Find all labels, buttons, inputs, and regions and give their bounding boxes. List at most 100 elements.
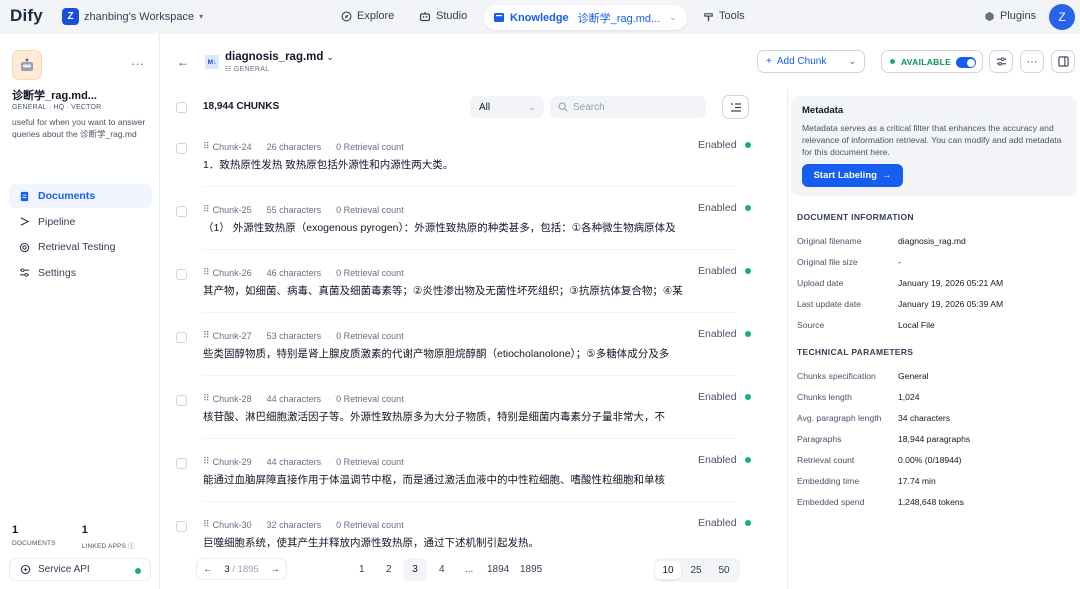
chunk-chars: 44 characters: [266, 456, 322, 467]
chunk-text: 能通过血脑屏障直接作用于体温调节中枢，而是通过激活血液中的中性粒细胞、嗜酸性粒细…: [203, 474, 665, 486]
chunk-status-label: Enabled: [698, 202, 737, 214]
prev-page-icon[interactable]: ←: [197, 564, 219, 575]
chunk-retrieval: 0 Retrieval count: [336, 519, 404, 530]
document-type: ☷ GENERAL: [225, 65, 269, 73]
stack-icon: ☷: [225, 66, 232, 73]
page-link[interactable]: 4: [439, 564, 445, 575]
page-link[interactable]: 1894: [487, 564, 509, 575]
page-link-current[interactable]: 3: [403, 558, 427, 581]
page-size-option[interactable]: 25: [683, 561, 709, 579]
service-api-button[interactable]: Service API: [9, 558, 151, 581]
grid-icon: ⠿: [203, 456, 210, 466]
chunk-checkbox[interactable]: [176, 332, 187, 343]
book-icon: [494, 13, 504, 22]
nav-knowledge[interactable]: Knowledge 诊断学_rag.md... ⌄: [484, 5, 687, 30]
chunk-id: Chunk-29: [212, 456, 252, 467]
plugins-label: Plugins: [1000, 10, 1037, 22]
plugins-button[interactable]: Plugins: [984, 10, 1036, 22]
user-avatar[interactable]: Z: [1049, 4, 1075, 30]
chunk-chars: 32 characters: [266, 519, 322, 530]
dify-logo[interactable]: Dify: [10, 6, 43, 26]
chunk-item[interactable]: ⠿ Chunk-27 · 53 characters · 0 Retrieval coun…: [176, 326, 751, 389]
top-bar: Dify Z zhanbing's Workspace ▾ Explore St…: [0, 0, 1080, 34]
chunk-item[interactable]: ⠿ Chunk-25 · 55 characters · 0 Retrieval coun…: [176, 200, 751, 263]
sidebar-item-label: Documents: [38, 190, 96, 202]
workspace-name: zhanbing's Workspace: [84, 10, 195, 23]
search-input[interactable]: Search: [550, 96, 706, 118]
chunk-checkbox[interactable]: [176, 458, 187, 469]
add-chunk-label: Add Chunk: [776, 56, 827, 67]
divider: [203, 312, 737, 313]
nav-studio[interactable]: Studio: [419, 10, 467, 22]
page-size-option[interactable]: 50: [711, 561, 737, 579]
status-filter-select[interactable]: All ⌄: [470, 96, 544, 118]
documents-stat: 1 DOCUMENTS: [12, 524, 56, 550]
chunk-checkbox[interactable]: [176, 395, 187, 406]
chunk-checkbox[interactable]: [176, 269, 187, 280]
more-options-button[interactable]: ···: [1020, 50, 1044, 73]
total-pages: 1895: [237, 563, 259, 575]
page-link[interactable]: 2: [386, 564, 392, 575]
page-link[interactable]: 1895: [520, 564, 542, 575]
chevron-down-icon[interactable]: ⌄: [669, 12, 677, 23]
arrow-right-icon: →: [881, 170, 892, 181]
back-arrow-icon[interactable]: ←: [177, 55, 189, 69]
view-toggle-button[interactable]: [722, 95, 749, 119]
workspace-switcher[interactable]: Z zhanbing's Workspace ▾: [62, 8, 203, 25]
robot-icon: [21, 58, 33, 71]
info-key: Last update date: [797, 299, 862, 309]
linked-apps-stat[interactable]: 1 LINKED APPS ⓘ: [82, 524, 135, 550]
nav-tools[interactable]: Tools: [703, 10, 745, 22]
chunk-item[interactable]: ⠿ Chunk-30 · 32 characters · 0 Retrieval coun…: [176, 515, 751, 555]
availability-toggle[interactable]: AVAILABLE: [881, 50, 983, 73]
info-icon[interactable]: ⓘ: [128, 543, 135, 550]
chunk-item[interactable]: ⠿ Chunk-29 · 44 characters · 0 Retrieval coun…: [176, 452, 751, 515]
more-options-icon[interactable]: ···: [131, 56, 144, 71]
document-icon: [20, 191, 29, 201]
sidebar-item-pipeline[interactable]: Pipeline: [9, 210, 152, 234]
chevron-down-icon[interactable]: ⌄: [848, 56, 856, 67]
info-value: January 19, 2026 05:39 AM: [898, 299, 1004, 309]
chunk-text: 1．致热原性发热 致热原包括外源性和内源性两大类。: [203, 159, 454, 171]
settings-button[interactable]: [989, 50, 1013, 73]
current-dataset-label[interactable]: 诊断学_rag.md...: [578, 10, 661, 26]
chunk-retrieval: 0 Retrieval count: [336, 267, 404, 278]
api-icon: [20, 564, 31, 575]
chevron-down-icon: ⌄: [528, 101, 536, 112]
info-key: Original file size: [797, 257, 858, 267]
chunk-chars: 26 characters: [266, 141, 322, 152]
select-all-checkbox[interactable]: [176, 102, 187, 113]
sidebar-item-documents[interactable]: Documents: [9, 184, 152, 208]
toggle-switch[interactable]: [956, 57, 976, 68]
divider: [203, 438, 737, 439]
nav-explore[interactable]: Explore: [341, 10, 394, 22]
param-value: General: [898, 371, 929, 381]
sidebar-item-settings[interactable]: Settings: [9, 261, 152, 285]
compass-icon: [341, 11, 352, 21]
metadata-description: Metadata serves as a critical filter tha…: [802, 123, 1062, 157]
chunk-checkbox[interactable]: [176, 206, 187, 217]
page-size-option[interactable]: 10: [655, 561, 681, 579]
page-link[interactable]: 1: [359, 564, 365, 575]
start-labeling-button[interactable]: Start Labeling →: [802, 164, 903, 187]
status-dot: [744, 142, 751, 148]
chunk-item[interactable]: ⠿ Chunk-26 · 46 characters · 0 Retrieval coun…: [176, 263, 751, 326]
metadata-title: Metadata: [802, 105, 844, 116]
chunk-item[interactable]: ⠿ Chunk-24 · 26 characters · 0 Retrieval coun…: [176, 137, 751, 200]
dataset-name: 诊断学_rag.md...: [12, 90, 97, 102]
nav-studio-label: Studio: [436, 10, 468, 22]
sidebar-item-retrieval-testing[interactable]: Retrieval Testing: [9, 235, 152, 259]
param-value: 0.00% (0/18944): [898, 455, 962, 465]
info-value: diagnosis_rag.md: [898, 236, 966, 246]
chunk-item[interactable]: ⠿ Chunk-28 · 44 characters · 0 Retrieval coun…: [176, 389, 751, 452]
param-key: Paragraphs: [797, 434, 842, 444]
next-page-icon[interactable]: →: [264, 564, 286, 575]
sliders-icon: [996, 57, 1006, 66]
add-chunk-button[interactable]: + Add Chunk ⌄: [757, 50, 865, 73]
toggle-panel-button[interactable]: [1051, 50, 1075, 73]
chunk-checkbox[interactable]: [176, 521, 187, 532]
workspace-avatar: Z: [62, 8, 79, 25]
document-title[interactable]: diagnosis_rag.md ⌄: [225, 51, 334, 63]
document-name: diagnosis_rag.md: [225, 51, 324, 63]
chunk-checkbox[interactable]: [176, 143, 187, 154]
